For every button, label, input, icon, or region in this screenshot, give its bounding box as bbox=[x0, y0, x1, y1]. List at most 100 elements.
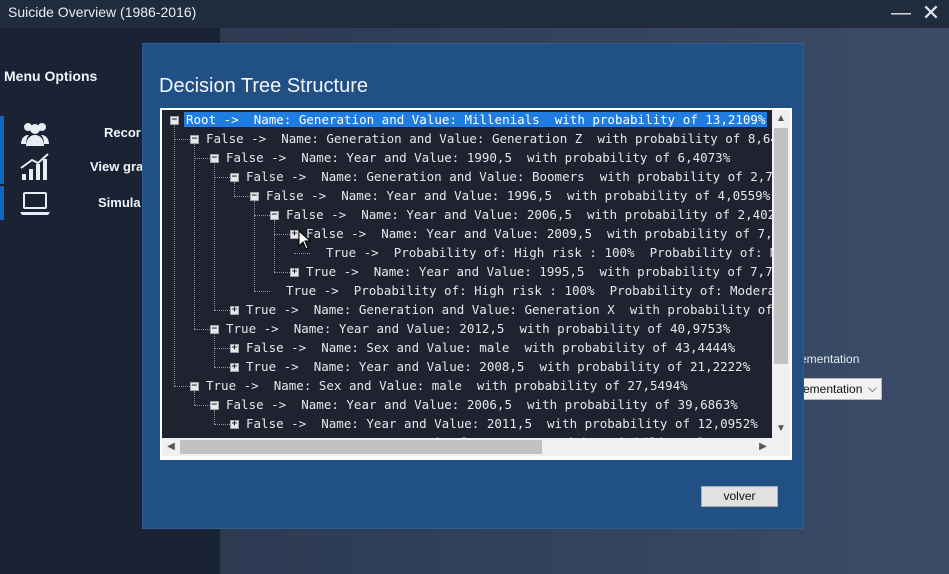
tree-node-label: Root -> Name: Generation and Value: Mill… bbox=[184, 112, 768, 127]
close-button[interactable]: ✕ bbox=[918, 2, 944, 26]
tree-view-frame: − Root -> Name: Generation and Value: Mil… bbox=[160, 108, 792, 460]
vertical-scrollbar[interactable]: ▲ ▼ bbox=[772, 110, 790, 438]
tree-connector-line bbox=[214, 310, 230, 311]
tree-node[interactable]: True -> Name: Year and Value: 2012,5 wit… bbox=[224, 320, 732, 339]
tree-node-label: True -> Probability of: High risk : 100%… bbox=[286, 283, 772, 298]
tree-connector-line bbox=[214, 177, 230, 178]
tree-connector-line bbox=[214, 410, 215, 424]
tree-node[interactable]: False -> Name: Year and Value: 2009,5 wi… bbox=[304, 225, 772, 244]
laptop-icon bbox=[20, 192, 50, 215]
expand-node-icon[interactable]: + bbox=[230, 306, 239, 315]
tree-node-label: False -> Name: Year and Value: 2006,5 wi… bbox=[226, 397, 738, 412]
tree-node-label: False -> Name: Year and Value: 2009,5 wi… bbox=[306, 226, 772, 241]
tree-connector-line bbox=[274, 272, 290, 273]
tree-connector-line bbox=[194, 329, 210, 330]
expand-node-icon[interactable]: + bbox=[230, 363, 239, 372]
tree-node-label: True -> Name: Year and Value: 1995,5 wit… bbox=[306, 264, 772, 279]
tree-node[interactable]: False -> Name: Year and Value: 1990,5 wi… bbox=[224, 149, 732, 168]
tree-connector-line bbox=[214, 424, 230, 425]
scroll-left-arrow[interactable]: ◀ bbox=[163, 439, 179, 455]
scrollbar-corner bbox=[772, 438, 790, 456]
tree-node[interactable]: True -> Name: Sex and Value: male with p… bbox=[204, 377, 690, 396]
tree-connector-line bbox=[254, 291, 270, 292]
tree-node-label: False -> Name: Generation and Value: Boo… bbox=[246, 169, 772, 184]
sidebar-accent bbox=[0, 116, 4, 150]
volver-button[interactable]: volver bbox=[701, 486, 778, 507]
tree-connector-line bbox=[194, 158, 210, 159]
tree-node-label: False -> Name: Year and Value: 2006,5 wi… bbox=[286, 207, 772, 222]
tree-node-label: False -> Name: Year and Value: 2011,5 wi… bbox=[246, 416, 758, 431]
tree-node[interactable]: False -> Name: Year and Value: 2011,5 wi… bbox=[244, 415, 760, 434]
sidebar-accent bbox=[0, 150, 4, 184]
tree-node[interactable]: False -> Name: Generation and Value: Gen… bbox=[204, 130, 772, 149]
collapse-node-icon[interactable]: − bbox=[230, 173, 239, 182]
tree-node[interactable]: False -> Name: Year and Value: 2006,5 wi… bbox=[284, 206, 772, 225]
vertical-scroll-thumb[interactable] bbox=[774, 128, 788, 364]
tree-node[interactable]: False -> Name: Generation and Value: Boo… bbox=[244, 168, 772, 187]
tree-node[interactable]: True -> Name: Year and Value: 2008,5 wit… bbox=[244, 358, 752, 377]
tree-view[interactable]: − Root -> Name: Generation and Value: Mil… bbox=[162, 110, 772, 438]
tree-connector-line bbox=[174, 125, 175, 386]
people-icon bbox=[21, 123, 49, 146]
sidebar-accent bbox=[0, 186, 4, 220]
tree-connector-line bbox=[214, 348, 230, 349]
dialog-title: Decision Tree Structure bbox=[159, 75, 368, 97]
expand-node-icon[interactable]: + bbox=[290, 268, 299, 277]
sidebar-item-label: View gra bbox=[90, 159, 144, 174]
scroll-right-arrow[interactable]: ▶ bbox=[755, 439, 771, 455]
collapse-node-icon[interactable]: − bbox=[210, 325, 219, 334]
menu-title: Menu Options bbox=[4, 68, 98, 84]
tree-node-label: True -> Probability of: High risk : 100%… bbox=[326, 245, 772, 260]
background-form-label: ementation bbox=[800, 352, 860, 366]
tree-connector-line bbox=[174, 386, 190, 387]
sidebar-item-label: Recor bbox=[104, 125, 141, 140]
tree-node[interactable]: Root -> Name: Generation and Value: Mill… bbox=[184, 111, 768, 130]
tree-node[interactable]: True -> Name: Generation and Value: Gene… bbox=[244, 301, 772, 320]
collapse-node-icon[interactable]: − bbox=[210, 401, 219, 410]
tree-node[interactable]: False -> Name: Year and Value: 2006,5 wi… bbox=[224, 396, 740, 415]
tree-node[interactable]: True -> Probability of: High risk : 100%… bbox=[284, 282, 772, 301]
tree-connector-line bbox=[294, 253, 310, 254]
expand-node-icon[interactable]: + bbox=[230, 420, 239, 429]
title-bar: Suicide Overview (1986-2016) — ✕ bbox=[0, 0, 949, 28]
mouse-cursor-icon bbox=[298, 230, 312, 250]
tree-connector-line bbox=[274, 234, 290, 235]
tree-node[interactable]: True -> Probability of: High risk : 100%… bbox=[324, 244, 772, 263]
window-title: Suicide Overview (1986-2016) bbox=[8, 4, 197, 20]
tree-node-label: True -> Name: Sex and Value: male with p… bbox=[206, 378, 688, 393]
collapse-node-icon[interactable]: − bbox=[250, 192, 259, 201]
collapse-node-icon[interactable]: − bbox=[210, 154, 219, 163]
tree-connector-line bbox=[234, 182, 235, 196]
bar-chart-icon bbox=[20, 153, 49, 180]
tree-node-label: True -> Name: Generation and Value: Gene… bbox=[246, 302, 772, 317]
tree-connector-line bbox=[214, 334, 215, 367]
tree-node[interactable]: False -> Name: Year and Value: 1996,5 wi… bbox=[264, 187, 772, 206]
tree-node-label: False -> Name: Year and Value: 1990,5 wi… bbox=[226, 150, 731, 165]
tree-connector-line bbox=[194, 391, 195, 405]
tree-connector-line bbox=[254, 215, 270, 216]
scroll-down-arrow[interactable]: ▼ bbox=[773, 421, 789, 437]
chevron-down-icon: ⌵ bbox=[867, 381, 877, 395]
background-select[interactable]: ementation ⌵ bbox=[800, 378, 882, 400]
collapse-node-icon[interactable]: − bbox=[270, 211, 279, 220]
sidebar-item-label: Simula bbox=[98, 195, 141, 210]
tree-connector-line bbox=[174, 139, 190, 140]
horizontal-scrollbar[interactable]: ◀ ▶ bbox=[162, 438, 772, 456]
tree-connector-line bbox=[194, 405, 210, 406]
tree-connector-line bbox=[214, 163, 215, 310]
minimize-button[interactable]: — bbox=[888, 2, 914, 26]
collapse-node-icon[interactable]: − bbox=[190, 135, 199, 144]
collapse-node-icon[interactable]: − bbox=[190, 382, 199, 391]
horizontal-scroll-thumb[interactable] bbox=[180, 440, 542, 454]
tree-node-label: False -> Name: Year and Value: 1996,5 wi… bbox=[266, 188, 771, 203]
expand-node-icon[interactable]: + bbox=[230, 344, 239, 353]
tree-connector-line bbox=[274, 220, 275, 272]
tree-node-label: True -> Name: Year and Value: 2008,5 wit… bbox=[246, 359, 751, 374]
tree-connector-line bbox=[214, 367, 230, 368]
scroll-up-arrow[interactable]: ▲ bbox=[773, 111, 789, 127]
tree-node[interactable]: True -> Name: Year and Value: 1995,5 wit… bbox=[304, 263, 772, 282]
collapse-node-icon[interactable]: − bbox=[170, 116, 179, 125]
tree-node-label: False -> Name: Generation and Value: Gen… bbox=[206, 131, 772, 146]
background-select-value: ementation bbox=[803, 382, 863, 396]
tree-node[interactable]: False -> Name: Sex and Value: male with … bbox=[244, 339, 737, 358]
